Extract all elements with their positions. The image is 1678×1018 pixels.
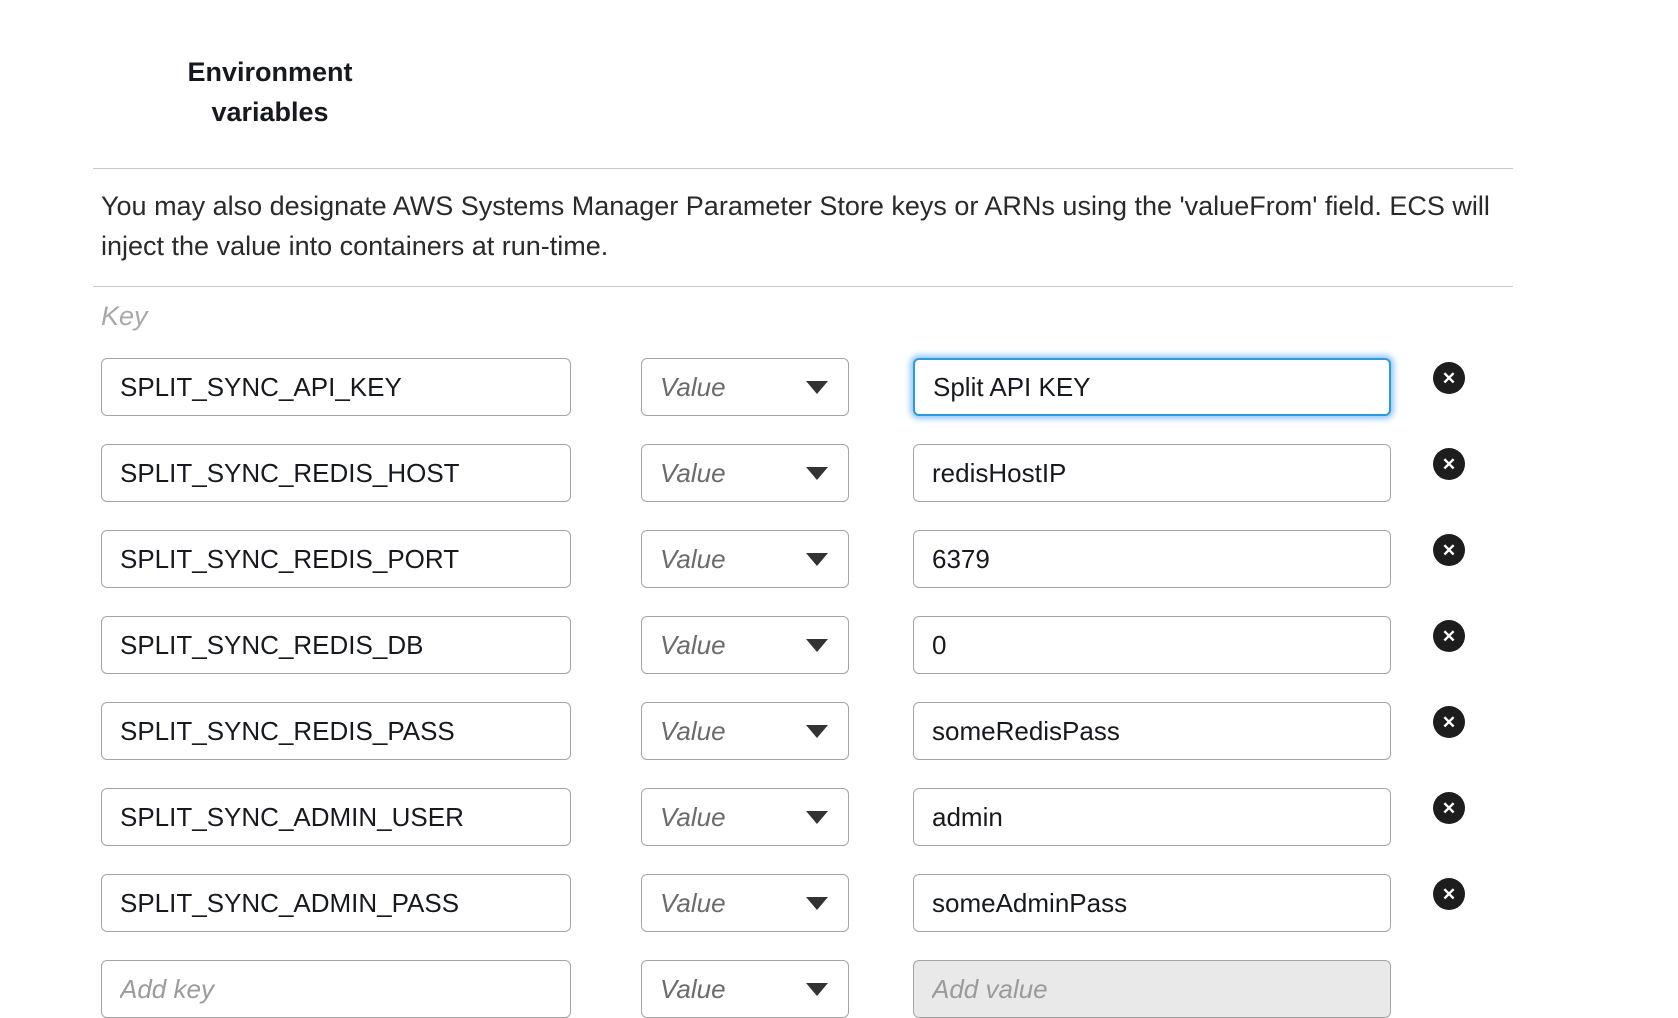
chevron-down-icon xyxy=(806,553,828,566)
value-type-label: Value xyxy=(660,974,726,1005)
env-value-input[interactable] xyxy=(913,702,1391,760)
close-icon: ✕ xyxy=(1442,456,1456,473)
remove-row-button[interactable]: ✕ xyxy=(1433,534,1465,566)
close-icon: ✕ xyxy=(1442,800,1456,817)
value-type-label: Value xyxy=(660,372,726,403)
env-key-input[interactable] xyxy=(101,530,571,588)
divider-middle xyxy=(93,286,1513,287)
env-var-row: Value ✕ xyxy=(101,616,1513,674)
env-key-input[interactable] xyxy=(101,874,571,932)
remove-row-button[interactable]: ✕ xyxy=(1433,362,1465,394)
value-type-label: Value xyxy=(660,630,726,661)
env-var-row: Value ✕ xyxy=(101,874,1513,932)
value-type-select[interactable]: Value xyxy=(641,960,849,1018)
env-value-input[interactable] xyxy=(913,530,1391,588)
section-label-line1: Environment xyxy=(185,52,355,92)
value-type-label: Value xyxy=(660,888,726,919)
value-type-select[interactable]: Value xyxy=(641,702,849,760)
value-type-label: Value xyxy=(660,544,726,575)
value-type-label: Value xyxy=(660,716,726,747)
env-key-input[interactable] xyxy=(101,788,571,846)
env-var-row: Value ✕ xyxy=(101,788,1513,846)
value-type-label: Value xyxy=(660,802,726,833)
env-value-input[interactable] xyxy=(913,358,1391,416)
remove-row-button[interactable]: ✕ xyxy=(1433,706,1465,738)
section-label: Environment variables xyxy=(185,52,355,132)
env-value-input[interactable] xyxy=(913,444,1391,502)
remove-row-button[interactable]: ✕ xyxy=(1433,878,1465,910)
env-value-input[interactable] xyxy=(913,616,1391,674)
add-env-var-row: Value xyxy=(101,960,1513,1018)
value-type-select[interactable]: Value xyxy=(641,788,849,846)
env-value-input[interactable] xyxy=(913,874,1391,932)
close-icon: ✕ xyxy=(1442,714,1456,731)
section-label-line2: variables xyxy=(185,92,355,132)
env-var-row: Value ✕ xyxy=(101,444,1513,502)
value-type-select[interactable]: Value xyxy=(641,616,849,674)
env-var-row: Value ✕ xyxy=(101,702,1513,760)
chevron-down-icon xyxy=(806,983,828,996)
env-var-rows: Value ✕ Value ✕ Value xyxy=(93,358,1513,1018)
env-key-input[interactable] xyxy=(101,444,571,502)
env-var-row: Value ✕ xyxy=(101,358,1513,416)
close-icon: ✕ xyxy=(1442,370,1456,387)
add-value-input[interactable] xyxy=(913,960,1391,1018)
chevron-down-icon xyxy=(806,467,828,480)
value-type-select[interactable]: Value xyxy=(641,358,849,416)
help-text: You may also designate AWS Systems Manag… xyxy=(93,169,1513,286)
remove-row-button[interactable]: ✕ xyxy=(1433,792,1465,824)
chevron-down-icon xyxy=(806,639,828,652)
close-icon: ✕ xyxy=(1442,628,1456,645)
add-key-input[interactable] xyxy=(101,960,571,1018)
chevron-down-icon xyxy=(806,725,828,738)
close-icon: ✕ xyxy=(1442,542,1456,559)
remove-row-button[interactable]: ✕ xyxy=(1433,620,1465,652)
env-key-input[interactable] xyxy=(101,702,571,760)
remove-row-button[interactable]: ✕ xyxy=(1433,448,1465,480)
env-value-input[interactable] xyxy=(913,788,1391,846)
value-type-select[interactable]: Value xyxy=(641,874,849,932)
close-icon: ✕ xyxy=(1442,886,1456,903)
value-type-select[interactable]: Value xyxy=(641,444,849,502)
env-var-row: Value ✕ xyxy=(101,530,1513,588)
value-type-label: Value xyxy=(660,458,726,489)
env-key-input[interactable] xyxy=(101,358,571,416)
environment-variables-section: Environment variables You may also desig… xyxy=(0,0,1678,1018)
chevron-down-icon xyxy=(806,381,828,394)
env-key-input[interactable] xyxy=(101,616,571,674)
value-type-select[interactable]: Value xyxy=(641,530,849,588)
chevron-down-icon xyxy=(806,811,828,824)
key-column-header: Key xyxy=(101,301,1513,332)
chevron-down-icon xyxy=(806,897,828,910)
